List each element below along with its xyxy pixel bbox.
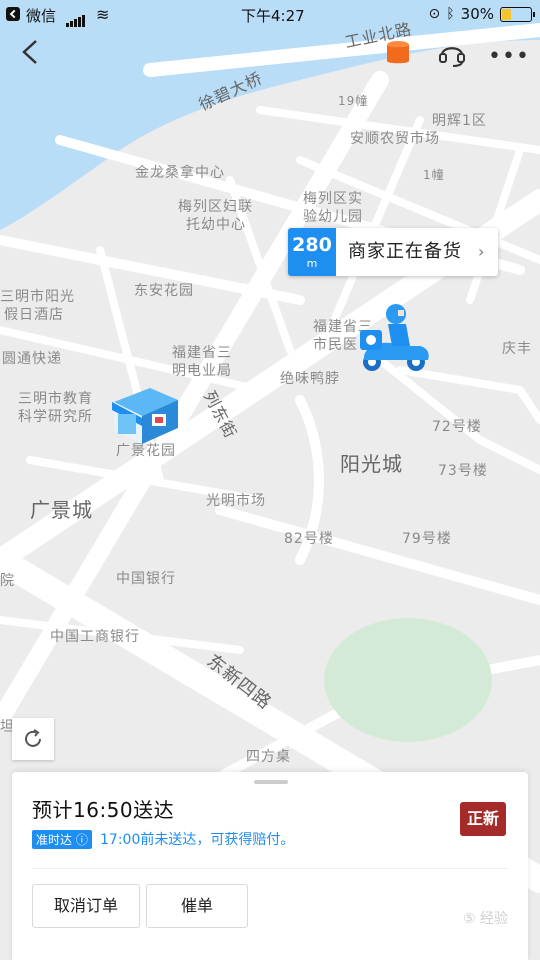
watermark-text: ⑤ 经验 [462, 911, 508, 927]
area-yangguangcheng: 阳光城 [340, 452, 403, 476]
courier-scooter-icon[interactable] [358, 302, 434, 376]
status-time: 下午4:27 [241, 7, 305, 25]
more-icon[interactable]: ••• [488, 44, 530, 69]
signal-icon [66, 9, 86, 27]
customer-service-button[interactable] [437, 38, 467, 72]
battery-icon [500, 6, 535, 22]
merchant-logo[interactable]: 正新 [460, 802, 506, 836]
poi-women-fed: 梅列区妇联 [178, 199, 253, 215]
refresh-icon [25, 729, 41, 747]
wifi-icon: ≋ [96, 5, 110, 24]
poi-childcare: 托幼中心 [186, 217, 246, 233]
merchant-status-text: 商家正在备货 [348, 241, 462, 262]
poi-guangming-market: 光明市场 [206, 493, 266, 509]
delivery-status-card[interactable]: 280 m 商家正在备货 › [288, 228, 498, 276]
chevron-left-icon [22, 40, 37, 64]
bldg-73: 73号楼 [438, 463, 488, 479]
poi-juewei: 绝味鸭脖 [280, 371, 340, 387]
divider [32, 868, 508, 869]
bldg-19: 19幢 [338, 94, 369, 108]
poi-sifangzhuo: 四方桌 [246, 749, 291, 765]
poi-hospital-2: 市民医 [313, 337, 358, 353]
status-app-name[interactable]: 微信 [26, 5, 56, 26]
status-bar: 微信 ≋ 下午4:27 ⊙ ᛒ 30% [0, 0, 540, 30]
poi-kindergarten-1: 梅列区实 [303, 191, 363, 207]
park-green [324, 618, 492, 742]
drag-handle[interactable] [254, 780, 288, 784]
poi-education-2: 科学研究所 [18, 409, 93, 425]
store-marker-icon[interactable] [108, 380, 182, 446]
bldg-79: 79号楼 [402, 531, 452, 547]
poi-education-1: 三明市教育 [18, 391, 93, 407]
orientation-lock-icon: ⊙ [428, 6, 441, 22]
bldg-82: 82号楼 [284, 531, 334, 547]
poi-yuan: 院 [0, 573, 15, 589]
back-to-app-icon[interactable] [6, 7, 20, 21]
distance-value: 280 [292, 234, 332, 256]
distance-box: 280 m [288, 228, 336, 276]
poi-minghui: 明辉1区 [432, 113, 487, 129]
urge-order-button[interactable]: 催单 [146, 884, 248, 928]
cancel-order-button[interactable]: 取消订单 [32, 884, 140, 928]
poi-anshun-market: 安顺农贸市场 [350, 131, 440, 147]
battery-percent: 30% [460, 5, 494, 23]
poi-kindergarten-2: 验幼儿园 [303, 209, 363, 225]
poi-boc: 中国银行 [116, 571, 176, 587]
poi-sunshine-hotel-2: 假日酒店 [4, 307, 64, 323]
eta-text: 预计16:50送达 [32, 798, 175, 822]
distance-unit: m [306, 257, 318, 270]
headset-icon [439, 47, 465, 67]
bldg-72: 72号楼 [432, 419, 482, 435]
area-guangjingcheng: 广景城 [30, 498, 93, 522]
refresh-button[interactable] [12, 718, 54, 760]
back-button[interactable] [18, 38, 42, 70]
bldg-1: 1幢 [423, 168, 445, 182]
order-bag-button[interactable] [385, 40, 411, 70]
poi-sunshine-hotel-1: 三明市阳光 [0, 289, 75, 305]
ontime-badge[interactable]: 准时达 ⓘ [32, 830, 92, 849]
order-info-panel: 预计16:50送达 准时达 ⓘ 17:00前未送达，可获得赔付。 正新 取消订单… [12, 772, 528, 960]
poi-yuantong: 圆通快递 [2, 351, 62, 367]
chevron-right-icon: › [478, 242, 485, 261]
order-box-icon [387, 41, 409, 64]
poi-electric-1: 福建省三 [172, 345, 232, 361]
bluetooth-icon: ᛒ [446, 6, 455, 22]
poi-dongan-garden: 东安花园 [134, 283, 194, 299]
poi-icbc: 中国工商银行 [50, 629, 140, 645]
ontime-guarantee-text: 17:00前未送达，可获得赔付。 [100, 832, 295, 848]
poi-qingfeng: 庆丰 [502, 341, 532, 357]
poi-electric-2: 明电业局 [172, 363, 232, 379]
battery-level [502, 8, 511, 20]
poi-jinlong-sauna: 金龙桑拿中心 [135, 165, 225, 181]
